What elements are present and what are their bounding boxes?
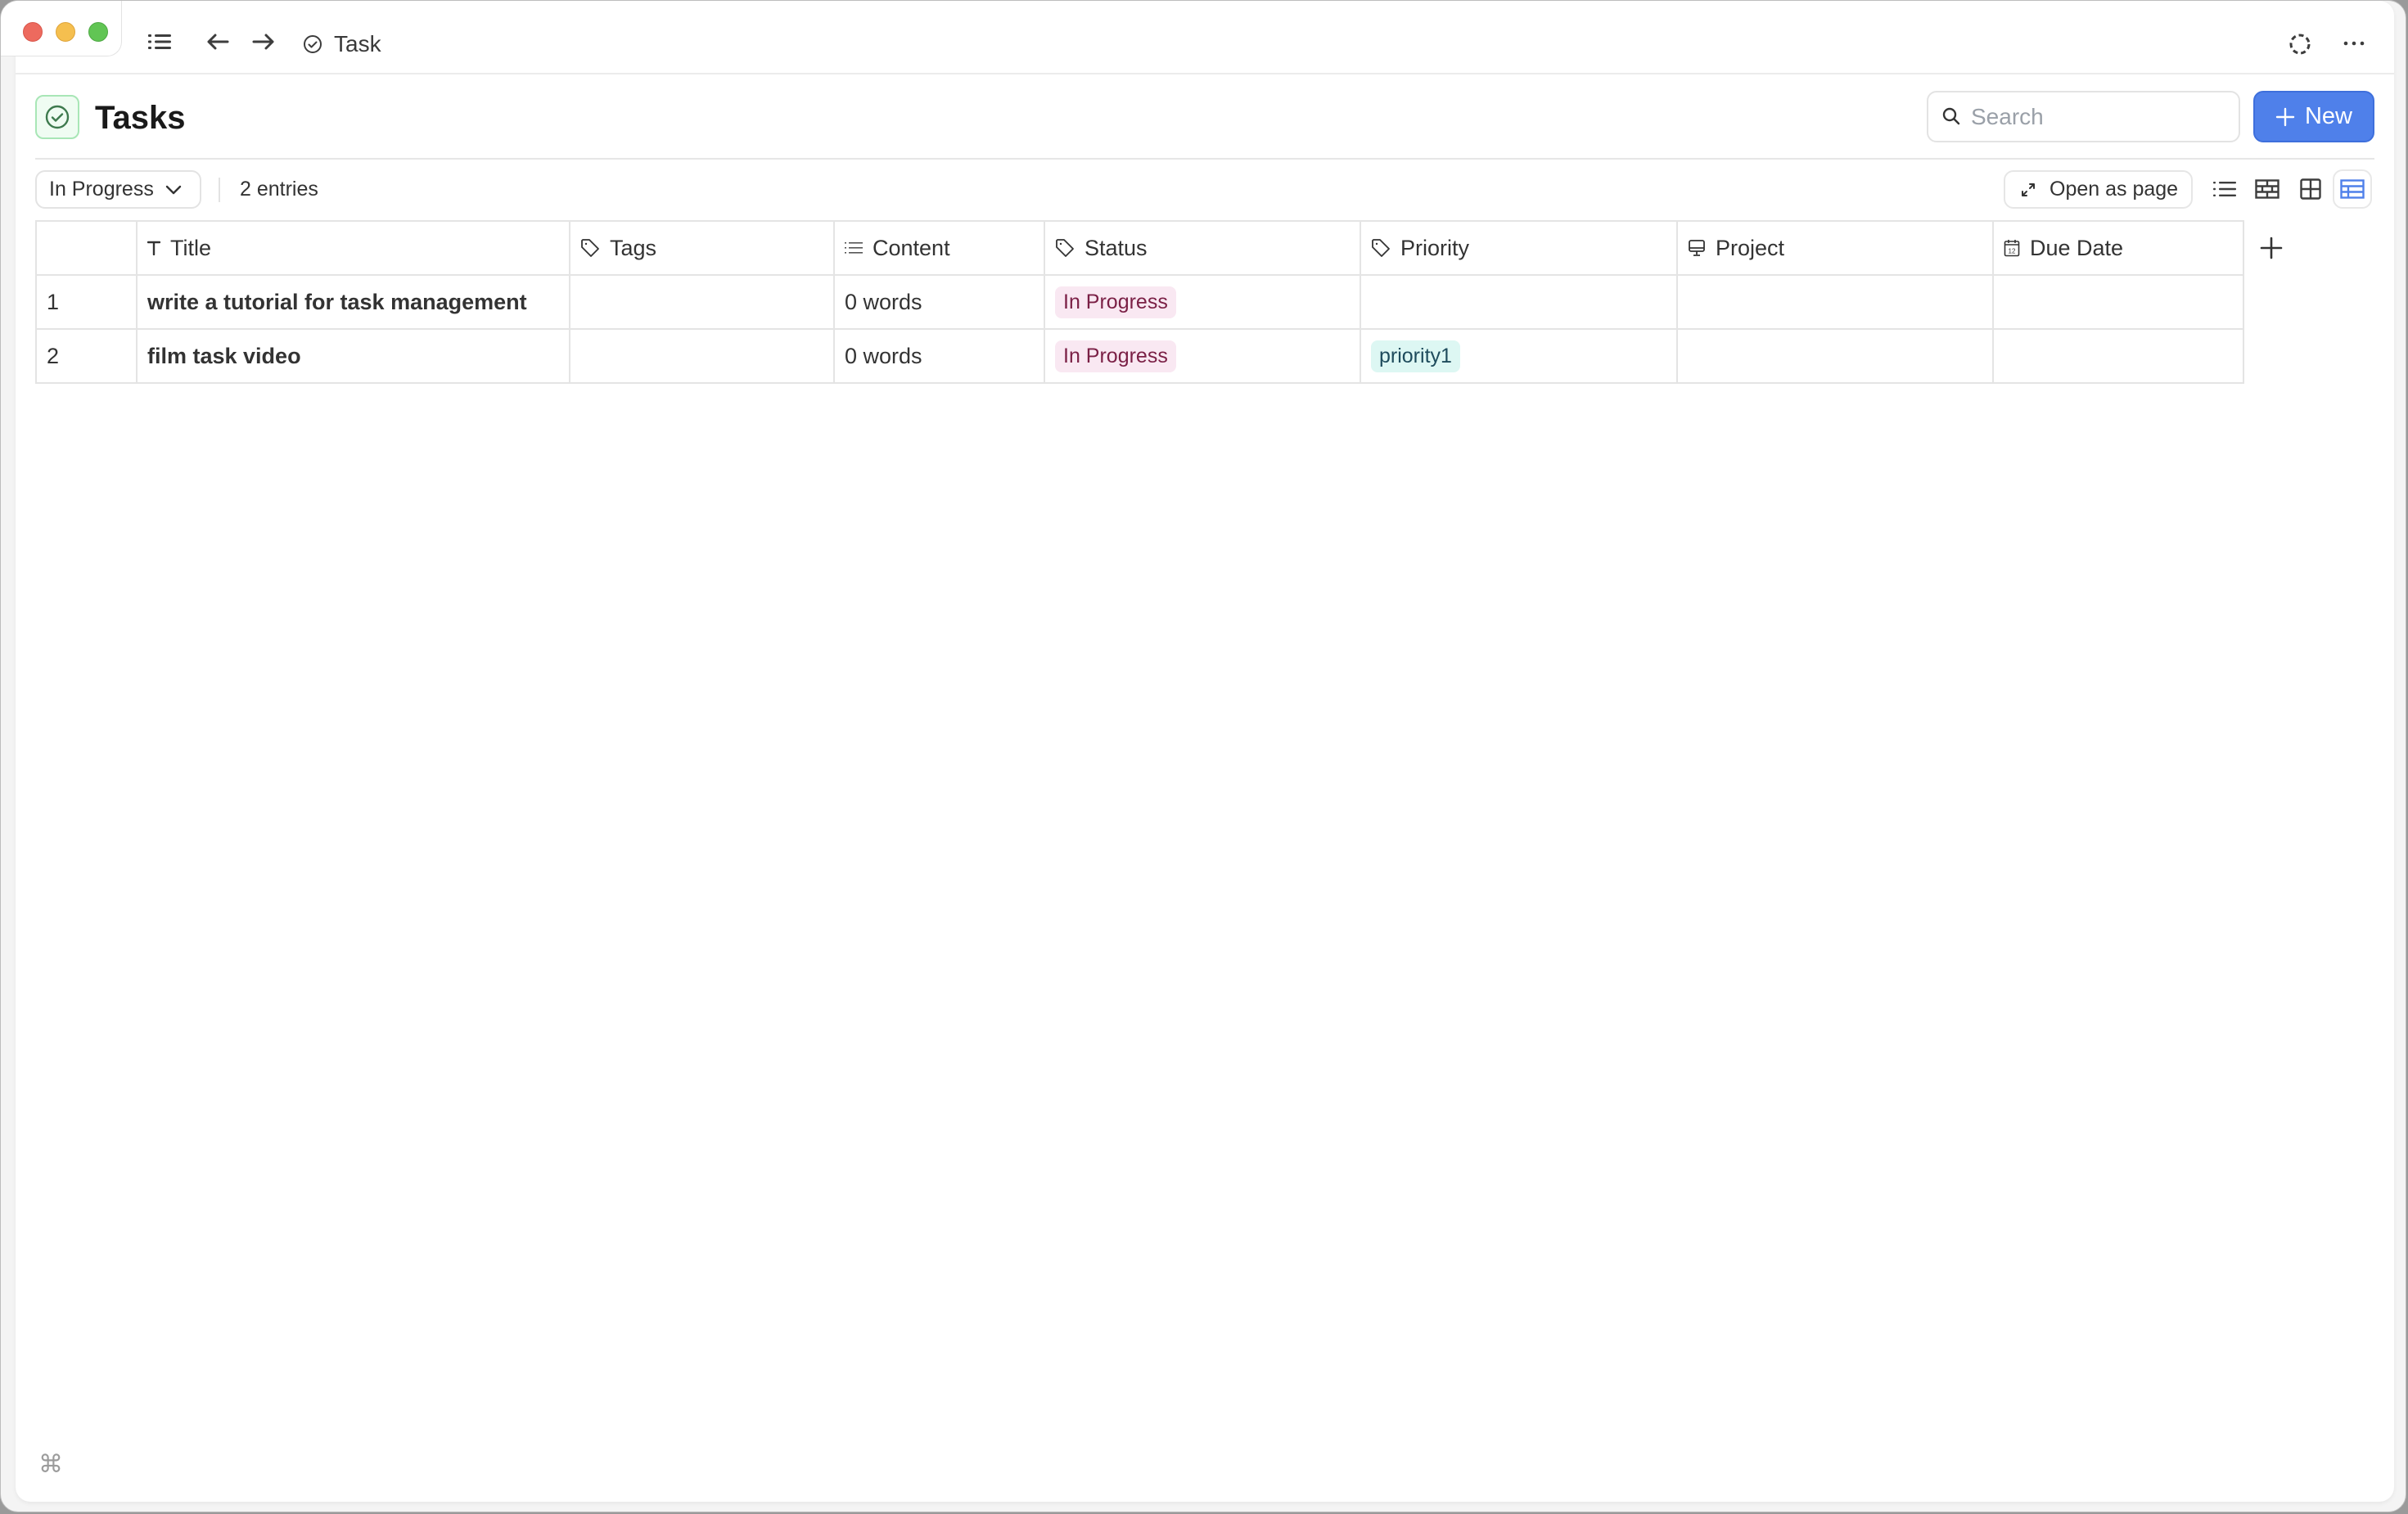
table-header-row: Title Tags Content Status Priority Proje… bbox=[35, 220, 2244, 276]
column-header-title[interactable]: Title bbox=[136, 220, 570, 276]
check-circle-icon bbox=[302, 34, 323, 55]
open-as-page-button[interactable]: Open as page bbox=[2004, 170, 2193, 209]
cell-tags[interactable] bbox=[569, 328, 835, 384]
entries-count: 2 entries bbox=[240, 178, 318, 201]
svg-text:12: 12 bbox=[2009, 248, 2016, 255]
status-filter-dropdown[interactable]: In Progress bbox=[35, 170, 201, 209]
more-options-icon[interactable] bbox=[2342, 37, 2366, 50]
cell-priority[interactable]: priority1 bbox=[1360, 328, 1678, 384]
sidebar-toggle-icon[interactable] bbox=[147, 32, 172, 52]
cell-priority[interactable] bbox=[1360, 274, 1678, 330]
tag-icon bbox=[1371, 238, 1391, 258]
tag-icon bbox=[580, 238, 600, 258]
column-label: Content bbox=[873, 235, 950, 260]
list-icon bbox=[845, 241, 863, 255]
window-controls bbox=[1, 1, 122, 56]
new-button-label: New bbox=[2304, 103, 2352, 129]
column-label: Status bbox=[1085, 235, 1148, 260]
column-label: Priority bbox=[1400, 235, 1470, 260]
board-view-icon bbox=[2300, 178, 2321, 200]
row-number-header bbox=[35, 220, 138, 276]
board-view-button[interactable] bbox=[2291, 169, 2330, 209]
header-divider bbox=[35, 158, 2374, 160]
toolbar-separator bbox=[219, 178, 220, 202]
search-icon bbox=[1941, 106, 1961, 126]
column-label: Tags bbox=[610, 235, 657, 260]
chevron-down-icon bbox=[165, 185, 182, 194]
priority-badge: priority1 bbox=[1371, 340, 1460, 372]
table-view-icon bbox=[2340, 179, 2365, 199]
text-type-icon bbox=[147, 241, 160, 255]
top-bar: Task bbox=[16, 1, 2394, 74]
search-field[interactable] bbox=[1927, 91, 2240, 142]
column-header-due-date[interactable]: 12 Due Date bbox=[1992, 220, 2244, 276]
gallery-view-button[interactable] bbox=[2248, 169, 2287, 209]
cell-status[interactable]: In Progress bbox=[1044, 274, 1361, 330]
sync-status-icon[interactable] bbox=[2288, 32, 2312, 56]
filter-selected-value: In Progress bbox=[49, 178, 154, 201]
calendar-icon: 12 bbox=[2004, 239, 2020, 257]
list-view-icon bbox=[2213, 182, 2236, 196]
close-window-button[interactable] bbox=[23, 22, 43, 42]
page-title: Tasks bbox=[95, 100, 186, 136]
column-label: Title bbox=[170, 235, 212, 260]
plus-icon bbox=[2260, 237, 2283, 259]
check-circle-icon bbox=[45, 105, 70, 129]
add-column-button[interactable] bbox=[2258, 235, 2284, 261]
cell-due-date[interactable] bbox=[1992, 328, 2244, 384]
tasks-database-icon[interactable] bbox=[35, 95, 79, 139]
app-window: Task Tasks New In Progress 2 entries Ope… bbox=[0, 0, 2406, 1512]
column-header-content[interactable]: Content bbox=[833, 220, 1045, 276]
column-label: Project bbox=[1716, 235, 1785, 260]
tasks-table: Title Tags Content Status Priority Proje… bbox=[35, 220, 2244, 384]
cell-due-date[interactable] bbox=[1992, 274, 2244, 330]
search-input[interactable] bbox=[1971, 99, 2225, 135]
column-label: Due Date bbox=[2030, 235, 2124, 260]
row-number: 1 bbox=[35, 274, 138, 330]
zoom-window-button[interactable] bbox=[88, 22, 108, 42]
breadcrumb-title[interactable]: Task bbox=[334, 30, 381, 58]
cell-status[interactable]: In Progress bbox=[1044, 328, 1361, 384]
table-view-button[interactable] bbox=[2333, 169, 2372, 209]
column-header-project[interactable]: Project bbox=[1676, 220, 1994, 276]
new-entry-button[interactable]: New bbox=[2253, 91, 2374, 142]
cell-project[interactable] bbox=[1676, 328, 1994, 384]
cell-content[interactable]: 0 words bbox=[833, 274, 1045, 330]
forward-arrow-icon[interactable] bbox=[251, 32, 276, 52]
column-header-status[interactable]: Status bbox=[1044, 220, 1361, 276]
cell-title[interactable]: film task video bbox=[136, 328, 570, 384]
table-row[interactable]: 1 write a tutorial for task management 0… bbox=[35, 274, 2244, 330]
cell-tags[interactable] bbox=[569, 274, 835, 330]
cell-title[interactable]: write a tutorial for task management bbox=[136, 274, 570, 330]
list-view-button[interactable] bbox=[2205, 169, 2244, 209]
open-as-page-label: Open as page bbox=[2050, 178, 2179, 201]
column-header-tags[interactable]: Tags bbox=[569, 220, 835, 276]
cell-project[interactable] bbox=[1676, 274, 1994, 330]
plus-icon bbox=[2275, 107, 2295, 126]
tag-icon bbox=[1055, 238, 1075, 258]
column-header-priority[interactable]: Priority bbox=[1360, 220, 1678, 276]
table-row[interactable]: 2 film task video 0 words In Progress pr… bbox=[35, 328, 2244, 384]
minimize-window-button[interactable] bbox=[56, 22, 75, 42]
cell-content[interactable]: 0 words bbox=[833, 328, 1045, 384]
back-arrow-icon[interactable] bbox=[205, 32, 230, 52]
row-number: 2 bbox=[35, 328, 138, 384]
command-menu-icon[interactable]: ⌘ bbox=[38, 1453, 63, 1477]
status-badge: In Progress bbox=[1055, 340, 1176, 372]
status-badge: In Progress bbox=[1055, 286, 1176, 318]
expand-icon bbox=[2022, 182, 2035, 196]
monitor-icon bbox=[1688, 239, 1706, 257]
gallery-view-icon bbox=[2255, 179, 2279, 199]
